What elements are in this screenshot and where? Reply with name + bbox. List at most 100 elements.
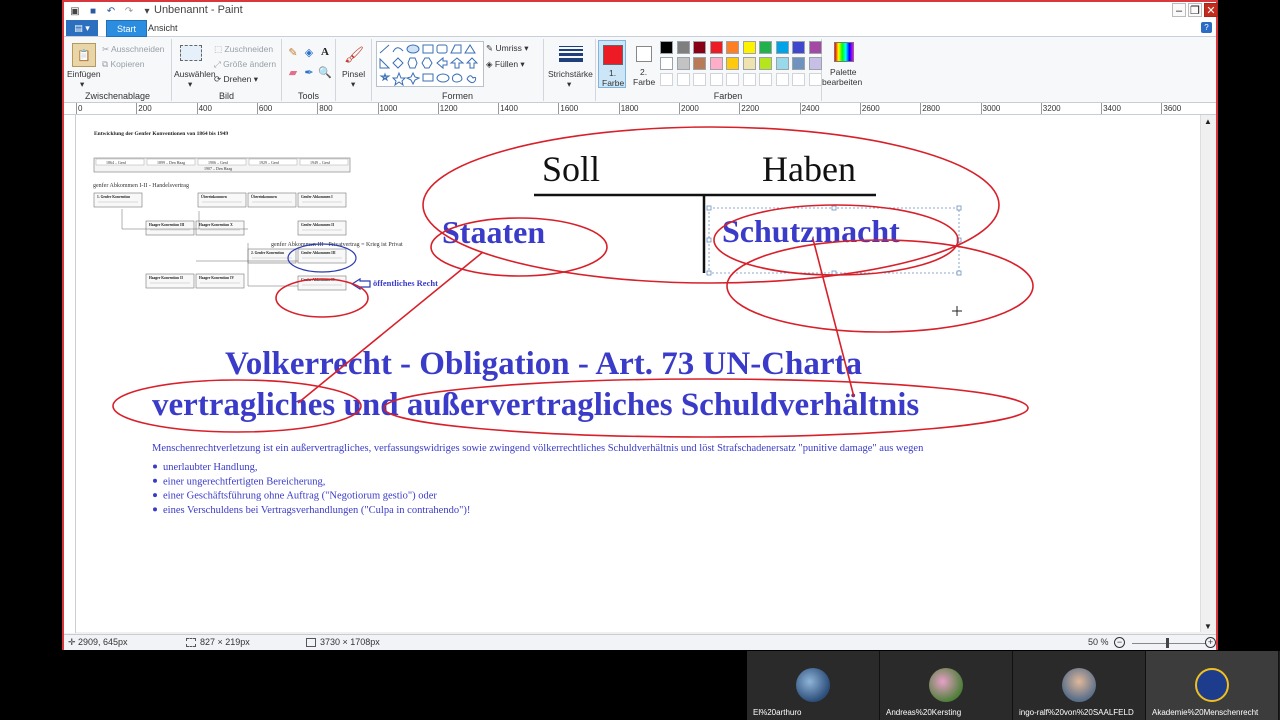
palette-swatch[interactable]: [693, 57, 706, 70]
ruler-label: 2200: [741, 104, 760, 113]
palette-swatch[interactable]: [709, 41, 723, 54]
ruler-tick: [859, 103, 861, 114]
palette-swatch-empty[interactable]: [660, 73, 673, 86]
scroll-up-icon[interactable]: ▲: [1204, 117, 1212, 126]
crop-button[interactable]: ⬚ Zuschneiden: [214, 44, 273, 55]
ruler-tick: [256, 103, 258, 114]
palette-swatch[interactable]: [792, 41, 805, 54]
palette-swatch-empty[interactable]: [792, 73, 805, 86]
zoom-in-icon[interactable]: +: [1205, 637, 1216, 648]
bullet-dot: [153, 464, 157, 469]
palette-swatch-empty[interactable]: [726, 73, 739, 86]
title-bar: ▣ ■ ↶ ↷ ▾ Unbenannt - Paint – ❐ ✕: [64, 2, 1218, 20]
ribbon-tabs: ▤ ▾ Start Ansicht ?: [64, 20, 1216, 37]
ruler-tick: [1040, 103, 1042, 114]
close-button[interactable]: ✕: [1204, 3, 1218, 17]
fill-button[interactable]: ◈ Füllen ▾: [486, 59, 525, 70]
resize-button[interactable]: ⤢ Größe ändern: [214, 59, 276, 70]
brush-dropdown-icon[interactable]: ▾: [351, 79, 355, 90]
zoom-out-icon[interactable]: −: [1114, 637, 1125, 648]
palette-swatch[interactable]: [660, 57, 673, 70]
ruler-label: 2000: [681, 104, 699, 113]
redo-icon[interactable]: ↷: [122, 4, 136, 18]
help-icon[interactable]: ?: [1201, 22, 1212, 33]
palette-swatch[interactable]: [693, 41, 706, 54]
participant-name: ingo-ralf%20von%20SAALFELD: [1019, 708, 1134, 717]
palette-swatch[interactable]: [676, 57, 690, 70]
thumb-timeline-label: 1864 – Genf: [106, 160, 127, 165]
palette-swatch[interactable]: [775, 41, 789, 54]
outline-button[interactable]: ✎ Umriss ▾: [486, 43, 529, 54]
eraser-icon[interactable]: ▰: [286, 65, 300, 79]
restore-button[interactable]: ❐: [1188, 3, 1202, 17]
rotate-button[interactable]: ⟳ Drehen ▾: [214, 74, 258, 85]
vertical-scrollbar[interactable]: ▲ ▼: [1200, 115, 1216, 633]
stroke-width-button[interactable]: Strichstärke: [548, 69, 593, 79]
pencil-icon[interactable]: ✎: [286, 45, 300, 59]
select-icon[interactable]: [180, 45, 202, 61]
cut-button[interactable]: ✂ Ausschneiden: [102, 44, 164, 55]
quick-access-dropdown-icon[interactable]: ▾: [140, 4, 154, 18]
palette-swatch-empty[interactable]: [775, 73, 789, 86]
fill-bucket-icon[interactable]: ◈: [302, 45, 316, 59]
color1-button[interactable]: 1. Farbe: [598, 40, 626, 88]
thumb-timeline-label: 1899 – Den Haag: [157, 160, 185, 165]
palette-swatch-empty[interactable]: [742, 73, 756, 86]
palette-swatch[interactable]: [808, 57, 822, 70]
cursor-position-icon: ✛: [68, 637, 76, 647]
heading-1: Volkerrecht - Obligation - Art. 73 UN-Ch…: [225, 346, 862, 382]
palette-swatch-empty[interactable]: [676, 73, 690, 86]
paste-dropdown-icon[interactable]: ▾: [80, 79, 84, 90]
save-icon[interactable]: ■: [86, 4, 100, 18]
palette-swatch[interactable]: [676, 41, 690, 54]
palette-swatch[interactable]: [759, 41, 772, 54]
clipboard-group-label: Zwischenablage: [84, 91, 151, 101]
paste-icon[interactable]: 📋: [72, 43, 96, 67]
select-dropdown-icon[interactable]: ▾: [188, 79, 192, 90]
brush-icon[interactable]: 🖌: [342, 43, 366, 67]
copy-button[interactable]: ⧉ Kopieren: [102, 59, 144, 70]
participant-tile[interactable]: Akademie%20Menschenrecht: [1146, 651, 1279, 720]
ellipse-top-large: [422, 126, 1000, 284]
color2-button[interactable]: 2. Farbe: [630, 40, 658, 88]
app-menu-icon[interactable]: ▣: [68, 4, 82, 18]
undo-icon[interactable]: ↶: [104, 4, 118, 18]
palette-swatch[interactable]: [792, 57, 805, 70]
stroke-width-dropdown-icon[interactable]: ▾: [567, 79, 571, 90]
palette-swatch-empty[interactable]: [709, 73, 723, 86]
color-picker-icon[interactable]: ✒: [302, 65, 316, 79]
tab-ansicht[interactable]: Ansicht: [138, 20, 188, 37]
edit-palette-button[interactable]: Palette bearbeiten: [822, 40, 864, 90]
zoom-slider[interactable]: [1132, 643, 1206, 644]
palette-swatch[interactable]: [709, 57, 723, 70]
brush-button[interactable]: Pinsel: [342, 69, 365, 79]
scroll-down-icon[interactable]: ▼: [1204, 622, 1212, 631]
paste-button[interactable]: Einfügen: [67, 69, 101, 79]
palette-swatch[interactable]: [726, 41, 739, 54]
palette-swatch[interactable]: [742, 57, 756, 70]
image-group: Auswählen ▾ ⬚ Zuschneiden ⤢ Größe ändern…: [172, 39, 282, 101]
drawing-canvas[interactable]: Entwicklung der Genfer Konventionen von …: [76, 115, 1200, 632]
palette-swatch[interactable]: [759, 57, 772, 70]
palette-swatch-empty[interactable]: [759, 73, 772, 86]
palette-swatch[interactable]: [775, 57, 789, 70]
stroke-width-icon[interactable]: [558, 43, 584, 65]
participant-tile[interactable]: ingo-ralf%20von%20SAALFELD: [1013, 651, 1146, 720]
thumb-timeline-label: 1906 – Genf: [208, 160, 229, 165]
magnifier-icon[interactable]: 🔍: [318, 65, 332, 79]
palette-swatch[interactable]: [726, 57, 739, 70]
palette-swatch[interactable]: [742, 41, 756, 54]
palette-swatch[interactable]: [808, 41, 822, 54]
ruler-label: 600: [258, 104, 273, 113]
text-tool-icon[interactable]: A: [318, 45, 332, 59]
participant-tile[interactable]: El%20arthuro: [747, 651, 880, 720]
palette-swatch-empty[interactable]: [693, 73, 706, 86]
palette-swatch[interactable]: [660, 41, 673, 54]
select-button[interactable]: Auswählen: [174, 69, 216, 79]
minimize-button[interactable]: –: [1172, 3, 1186, 17]
palette-swatch-empty[interactable]: [808, 73, 822, 86]
shapes-gallery[interactable]: [376, 41, 484, 87]
participant-tile[interactable]: Andreas%20Kersting: [880, 651, 1013, 720]
zoom-slider-thumb[interactable]: [1166, 638, 1169, 648]
file-menu-button[interactable]: ▤ ▾: [66, 20, 98, 36]
